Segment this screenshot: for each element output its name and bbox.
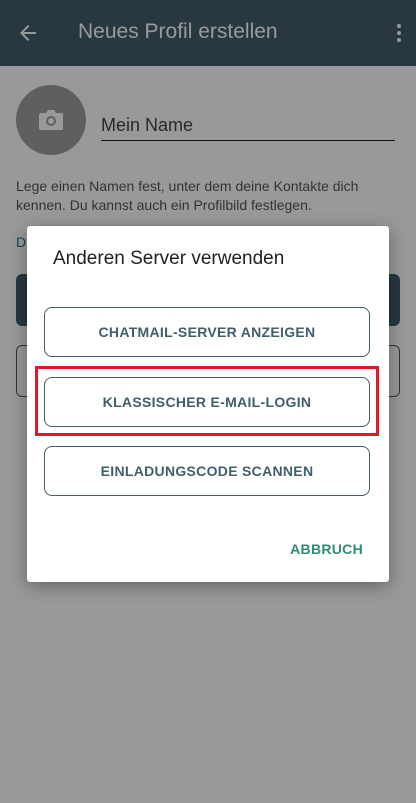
scan-invite-code-button[interactable]: EINLADUNGSCODE SCANNEN <box>44 446 370 496</box>
server-dialog: Anderen Server verwenden CHATMAIL-SERVER… <box>27 226 389 582</box>
chatmail-server-button[interactable]: CHATMAIL-SERVER ANZEIGEN <box>44 307 370 357</box>
cancel-button[interactable]: ABBRUCH <box>290 541 363 557</box>
classic-email-login-button[interactable]: KLASSISCHER E-MAIL-LOGIN <box>44 377 370 427</box>
dialog-title: Anderen Server verwenden <box>53 248 285 269</box>
